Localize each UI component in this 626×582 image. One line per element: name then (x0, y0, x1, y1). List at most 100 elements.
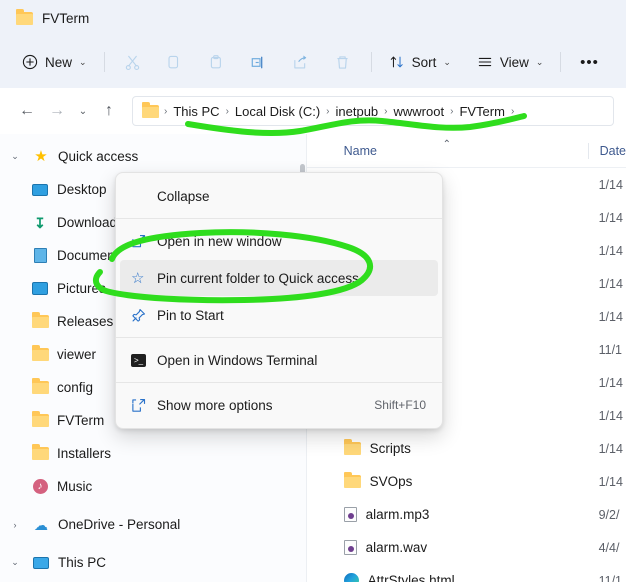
address-bar-row: ← → ⌄ ↑ › This PC › Local Disk (C:) › in… (0, 88, 626, 134)
file-date: 1/14 (598, 474, 623, 489)
breadcrumb-item-fvterm[interactable]: FVTerm (454, 104, 510, 119)
chevron-down-icon[interactable]: ⌄ (6, 151, 24, 162)
sidebar-item-label: OneDrive - Personal (58, 517, 181, 532)
document-icon (30, 248, 50, 263)
sidebar-item-this-pc[interactable]: ⌄ This PC (0, 546, 298, 579)
breadcrumb[interactable]: › This PC › Local Disk (C:) › inetpub › … (132, 96, 614, 126)
sidebar-item-installers[interactable]: Installers (0, 437, 298, 470)
sort-button[interactable]: Sort ⌄ (379, 46, 461, 78)
menu-item-label: Open in new window (157, 233, 282, 249)
menu-item-open-in-new-window[interactable]: Open in new window (120, 223, 438, 259)
new-button[interactable]: New ⌄ (12, 46, 97, 78)
copy-button[interactable] (154, 46, 196, 78)
pictures-icon (30, 282, 50, 295)
menu-item-accelerator: Shift+F10 (374, 398, 426, 412)
copy-icon (168, 55, 179, 68)
download-icon: ↧ (34, 214, 46, 231)
file-date: 1/14 (598, 375, 623, 390)
file-date: 1/14 (598, 309, 623, 324)
file-explorer-window: FVTerm New ⌄ Sort ⌄ View ⌄ ••• ← → ⌄ ↑ ›… (0, 0, 626, 582)
share-icon (294, 55, 307, 68)
terminal-icon: >_ (131, 353, 157, 367)
edge-browser-icon (343, 573, 359, 582)
sidebar-item-label: Pictures (57, 281, 106, 296)
file-name-cell: alarm.wav (320, 540, 588, 555)
sidebar-item-quick-access[interactable]: ⌄ ★ Quick access (0, 140, 298, 173)
plus-circle-icon (22, 54, 38, 70)
table-row[interactable]: alarm.wav 4/4/ (307, 531, 626, 564)
file-name-cell: SVOps (320, 472, 588, 489)
menu-divider (116, 337, 442, 338)
more-options-button[interactable]: ••• (568, 46, 610, 78)
menu-item-pin-to-start[interactable]: Pin to Start (120, 297, 438, 333)
sidebar-item-onedrive[interactable]: › ☁ OneDrive - Personal (0, 508, 298, 541)
sidebar-item-label: Releases (57, 314, 114, 329)
breadcrumb-item-local-disk[interactable]: Local Disk (C:) (230, 104, 325, 119)
chevron-down-icon: ⌄ (79, 56, 87, 67)
table-row[interactable]: AttrStyles.html 11/1 (307, 564, 626, 582)
menu-item-open-in-windows-terminal[interactable]: >_ Open in Windows Terminal (120, 342, 438, 378)
column-header-name[interactable]: Name (320, 144, 588, 158)
delete-button[interactable] (322, 46, 364, 78)
column-header-row: ⌃ Name Date (306, 134, 626, 168)
media-file-icon (343, 507, 357, 522)
table-row[interactable]: Scripts 1/14 (307, 432, 626, 465)
more-options-icon (131, 398, 157, 413)
file-name-cell: alarm.mp3 (320, 507, 588, 522)
file-date: 1/14 (598, 441, 623, 456)
folder-icon (343, 472, 361, 488)
back-button[interactable]: ← (12, 96, 42, 126)
paste-button[interactable] (196, 46, 238, 78)
menu-item-label: Show more options (157, 397, 273, 413)
ellipsis-icon: ••• (580, 53, 599, 71)
menu-item-pin-current-folder-to-quick-access[interactable]: ☆ Pin current folder to Quick access (120, 260, 438, 296)
music-icon: ♪ (30, 479, 50, 494)
chevron-right-icon[interactable]: › (6, 520, 24, 530)
cut-button[interactable] (112, 46, 154, 78)
column-header-date[interactable]: Date (587, 142, 626, 159)
share-button[interactable] (280, 46, 322, 78)
cloud-icon: ☁ (34, 516, 48, 533)
file-name-cell: AttrStyles.html (320, 573, 588, 582)
menu-divider (116, 218, 442, 219)
sidebar-item-music[interactable]: ♪ Music (0, 470, 298, 503)
file-date: 4/4/ (598, 540, 620, 555)
sidebar-item-label: This PC (58, 555, 107, 570)
file-date: 1/14 (598, 177, 623, 192)
file-date: 11/1 (598, 342, 622, 357)
sort-arrows-icon (390, 56, 403, 68)
breadcrumb-item-inetpub[interactable]: inetpub (331, 104, 384, 119)
sidebar-item-label: Desktop (57, 182, 107, 197)
menu-item-label: Pin current folder to Quick access (157, 270, 359, 286)
up-button[interactable]: ↑ (94, 96, 124, 126)
menu-item-label: Open in Windows Terminal (157, 352, 318, 368)
breadcrumb-separator: › (510, 105, 515, 117)
menu-item-collapse[interactable]: Collapse (120, 178, 438, 214)
file-name: alarm.mp3 (365, 507, 430, 522)
scissors-icon (125, 55, 140, 70)
menu-item-label: Collapse (157, 188, 210, 204)
star-icon: ★ (34, 148, 48, 165)
table-row[interactable]: SVOps 1/14 (307, 465, 626, 498)
new-button-label: New (45, 54, 73, 70)
view-button[interactable]: View ⌄ (467, 46, 554, 78)
breadcrumb-item-this-pc[interactable]: This PC (168, 104, 224, 119)
title-bar: FVTerm (0, 0, 626, 36)
folder-icon (30, 312, 50, 328)
file-name: Scripts (369, 441, 411, 456)
pc-icon (31, 556, 51, 569)
table-row[interactable]: alarm.mp3 9/2/ (307, 498, 626, 531)
menu-item-show-more-options[interactable]: Show more options Shift+F10 (120, 387, 438, 423)
trash-icon (337, 55, 348, 69)
folder-icon (30, 378, 50, 394)
breadcrumb-item-wwwroot[interactable]: wwwroot (389, 104, 450, 119)
recent-locations-button[interactable]: ⌄ (72, 96, 94, 126)
desktop-icon (30, 183, 50, 196)
command-bar: New ⌄ Sort ⌄ View ⌄ ••• (0, 36, 626, 88)
folder-icon (30, 345, 50, 361)
menu-item-label: Pin to Start (157, 307, 224, 323)
rename-button[interactable] (238, 46, 280, 78)
forward-button[interactable]: → (42, 96, 72, 126)
file-name: AttrStyles.html (367, 573, 455, 582)
chevron-down-icon[interactable]: ⌄ (6, 557, 24, 568)
